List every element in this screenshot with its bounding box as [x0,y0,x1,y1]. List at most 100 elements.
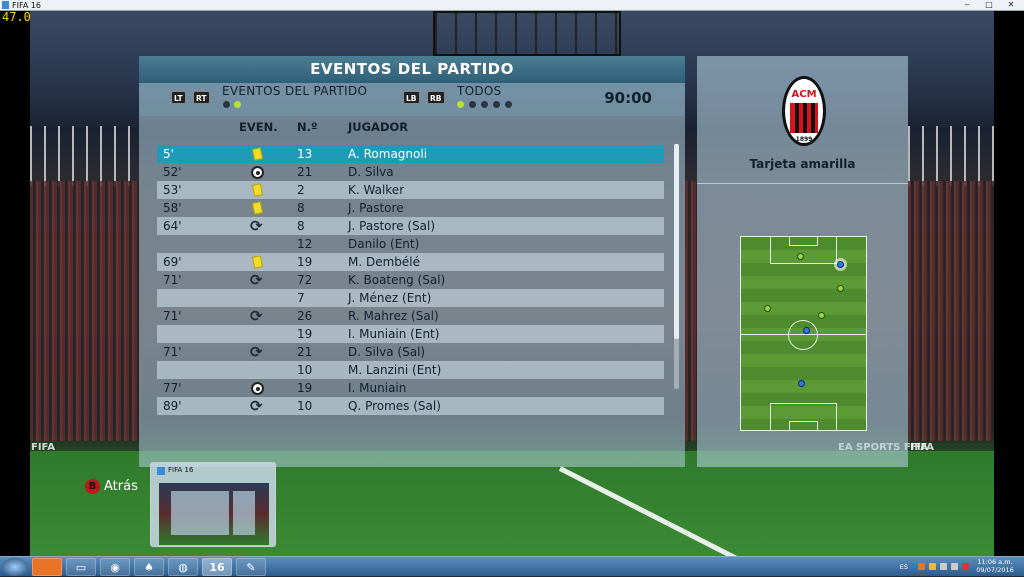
lb-button[interactable]: LB [403,91,420,104]
player-name: R. Mahrez (Sal) [348,309,439,323]
event-row[interactable]: 69' 19 M. Dembélé [157,253,664,271]
app-icon [2,1,9,9]
event-row[interactable]: 19 I. Muniain (Ent) [157,325,664,343]
rb-button[interactable]: RB [427,91,445,104]
poker-icon[interactable]: ♠ [134,558,164,576]
filter-dot [481,101,488,108]
scrollbar-thumb[interactable] [674,144,679,339]
column-headers: EVEN. N.º JUGADOR [139,114,685,140]
player-name: Q. Promes (Sal) [348,399,441,413]
yellow-card-icon [251,255,264,269]
tray-app-icon[interactable] [929,563,936,570]
event-type: ⟳ [249,398,267,414]
crowd-left [30,181,140,441]
network-icon[interactable] [940,563,947,570]
player-dot-opponent [764,305,771,312]
event-type [249,380,267,396]
player-number: 10 [297,399,313,413]
column-player: JUGADOR [348,120,409,134]
filter-dot [469,101,476,108]
event-type [249,236,267,252]
event-type: ⟳ [249,218,267,234]
event-row[interactable]: 58' 8 J. Pastore [157,199,664,217]
event-type: ⟳ [249,308,267,324]
app-icon [157,467,165,475]
fps-counter: 47.0 [2,10,31,24]
events-scrollbar[interactable] [674,144,679,389]
player-name: I. Muniain (Ent) [348,327,440,341]
paint-icon[interactable]: ✎ [236,558,266,576]
tray-app-icon[interactable] [918,563,925,570]
event-type [249,326,267,342]
event-type [249,362,267,378]
rt-button[interactable]: RT [193,91,210,104]
language-indicator[interactable]: ES [900,563,908,571]
event-row[interactable]: 71' ⟳ 26 R. Mahrez (Sal) [157,307,664,325]
board-watermark: FIFA [31,442,55,453]
divider [697,183,908,184]
event-row[interactable]: 10 M. Lanzini (Ent) [157,361,664,379]
lt-button[interactable]: LT [171,91,186,104]
minimize-button[interactable]: ‒ [956,0,978,10]
media-player-icon[interactable]: ◉ [100,558,130,576]
close-button[interactable]: ✕ [1000,0,1022,10]
panel-title: EVENTOS DEL PARTIDO [139,56,685,83]
preview-title: FIFA 16 [168,466,194,474]
substitution-icon: ⟳ [250,307,263,325]
player-number: 72 [297,273,313,287]
clock[interactable]: 11:06 a.m. 09/07/2016 [975,558,1015,574]
event-row[interactable]: 89' ⟳ 10 Q. Promes (Sal) [157,397,664,415]
event-row[interactable]: 71' ⟳ 72 K. Boateng (Sal) [157,271,664,289]
player-number: 8 [297,201,305,215]
yellow-card-icon [251,147,264,161]
taskbar: ▭ ◉ ♠ ◍ 16 ✎ ES 11:06 a.m. 09/07/2016 [0,556,1024,576]
event-row[interactable]: 52' 21 D. Silva [157,163,664,181]
event-row[interactable]: 77' 19 I. Muniain [157,379,664,397]
event-row[interactable]: 71' ⟳ 21 D. Silva (Sal) [157,343,664,361]
goal-ball-icon [251,382,264,395]
player-number: 12 [297,237,313,251]
player-name: A. Romagnoli [348,147,428,161]
crowd-middle [685,181,697,441]
yellow-card-icon [251,183,264,197]
column-number: N.º [297,120,318,134]
event-minute: 71' [163,345,182,359]
substitution-icon: ⟳ [250,397,263,415]
fifa-taskbar-button[interactable]: 16 [202,558,232,576]
filter-right-label[interactable]: TODOS [457,84,502,98]
filter-dot-active [457,101,464,108]
player-dot-team [803,327,810,334]
taskbar-preview[interactable]: FIFA 16 [150,462,276,547]
preview-image [159,483,269,545]
maximize-button[interactable]: □ [978,0,1000,10]
mini-pitch [740,236,867,431]
letterbox-right [994,11,1024,556]
chrome-icon[interactable]: ◍ [168,558,198,576]
player-name: I. Muniain [348,381,407,395]
player-dot-team [798,380,805,387]
page-dot [223,101,230,108]
player-dot-opponent [818,312,825,319]
event-row[interactable]: 7 J. Ménez (Ent) [157,289,664,307]
start-button[interactable] [2,558,28,576]
folder-icon[interactable]: ▭ [66,558,96,576]
board-watermark: FIFA [910,442,934,453]
event-row[interactable]: 53' 2 K. Walker [157,181,664,199]
back-button[interactable]: B Atrás [85,479,138,494]
event-row[interactable]: 64' ⟳ 8 J. Pastore (Sal) [157,217,664,235]
tray-app-icon[interactable] [962,563,969,570]
player-dot-highlight [837,261,844,268]
player-number: 2 [297,183,305,197]
player-number: 21 [297,165,313,179]
volume-icon[interactable] [951,563,958,570]
event-minute: 71' [163,273,182,287]
filter-left-label[interactable]: EVENTOS DEL PARTIDO [222,84,367,98]
substitution-icon: ⟳ [250,343,263,361]
player-number: 8 [297,219,305,233]
player-name: M. Lanzini (Ent) [348,363,442,377]
player-number: 19 [297,327,313,341]
event-row[interactable]: 5' 13 A. Romagnoli [157,145,664,163]
event-row[interactable]: 12 Danilo (Ent) [157,235,664,253]
event-minute: 52' [163,165,182,179]
taskbar-app-icon[interactable] [32,558,62,576]
